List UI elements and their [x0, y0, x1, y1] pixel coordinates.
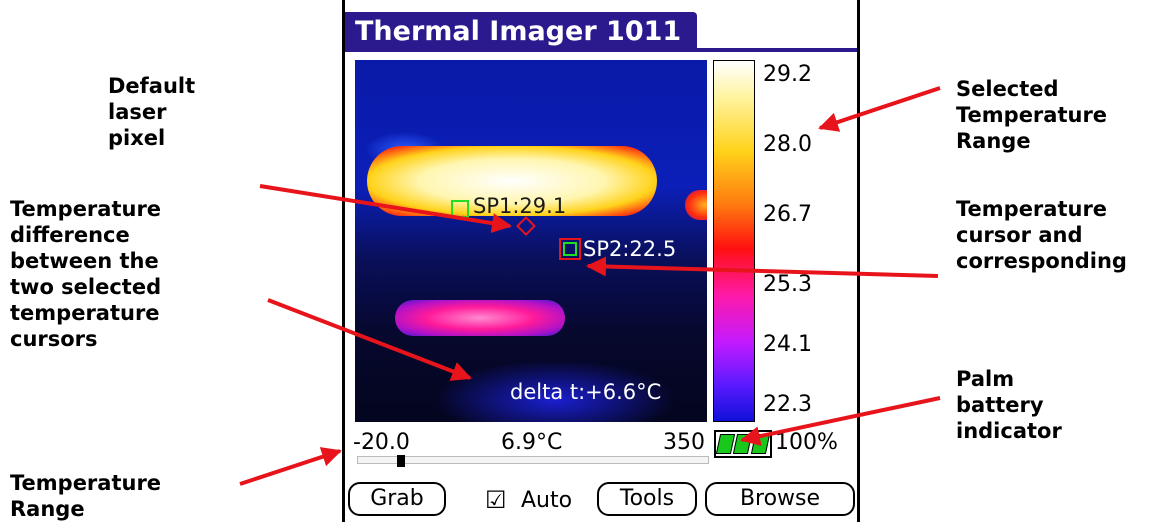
annotation-palm-battery: Palm battery indicator	[956, 367, 1062, 443]
battery-cell	[733, 434, 753, 454]
hot-region-lower	[395, 300, 565, 336]
battery-icon	[714, 430, 772, 458]
annotation-default-laser-pixel: Default laser pixel	[108, 74, 196, 150]
auto-label: Auto	[521, 488, 573, 513]
cursor-2-readout: SP2:22.5	[583, 237, 677, 261]
title-bar: Thermal Imager 1011	[345, 12, 857, 52]
scale-tick-3: 26.7	[763, 202, 812, 227]
scale-tick-2: 28.0	[763, 132, 812, 157]
tools-button[interactable]: Tools	[597, 482, 697, 516]
hot-region-right-edge	[685, 190, 707, 220]
scale-tick-6: 22.3	[763, 392, 812, 417]
temperature-cursor-2[interactable]	[559, 238, 581, 260]
button-row: Grab ☑ Auto Tools Browse	[345, 478, 857, 518]
cursor-1-readout: SP1:29.1	[473, 194, 567, 218]
temperature-cursor-1[interactable]	[451, 200, 469, 218]
range-max-value: 350	[663, 430, 705, 455]
grab-button[interactable]: Grab	[348, 482, 446, 516]
thermal-image[interactable]: SP1:29.1 SP2:22.5 delta t:+6.6°C	[355, 60, 707, 422]
laser-pixel-marker	[516, 216, 536, 236]
app-title: Thermal Imager 1011	[345, 12, 697, 52]
range-slider-thumb[interactable]	[396, 455, 405, 467]
battery-percent: 100%	[775, 430, 838, 455]
annotation-temperature-range: Temperature Range	[10, 471, 162, 521]
scale-tick-5: 24.1	[763, 332, 812, 357]
palm-device-screen: Thermal Imager 1011 SP1:29.1 SP2:22.5 de…	[342, 0, 860, 522]
annotation-temperature-cursor: Temperature cursor and corresponding	[956, 197, 1127, 273]
temperature-range-slider[interactable]	[357, 456, 709, 464]
browse-button[interactable]: Browse	[705, 482, 855, 516]
battery-cell	[750, 434, 771, 454]
delta-temperature-readout: delta t:+6.6°C	[510, 380, 662, 404]
temperature-color-scale: 29.2 28.0 26.7 25.3 24.1 22.3	[711, 60, 855, 422]
center-temperature: 6.9°C	[501, 430, 563, 455]
scale-tick-1: 29.2	[763, 62, 812, 87]
annotation-selected-temperature-range: Selected Temperature Range	[956, 77, 1108, 153]
status-row: -20.0 6.9°C 350 100%	[345, 424, 857, 467]
arrow-temperature-range	[239, 447, 342, 486]
scale-tick-4: 25.3	[763, 272, 812, 297]
auto-checkbox[interactable]: ☑	[485, 486, 507, 514]
color-scale-bar	[713, 60, 755, 422]
annotation-temperature-difference: Temperature difference between the two s…	[10, 197, 162, 351]
range-min-value: -20.0	[353, 430, 410, 455]
